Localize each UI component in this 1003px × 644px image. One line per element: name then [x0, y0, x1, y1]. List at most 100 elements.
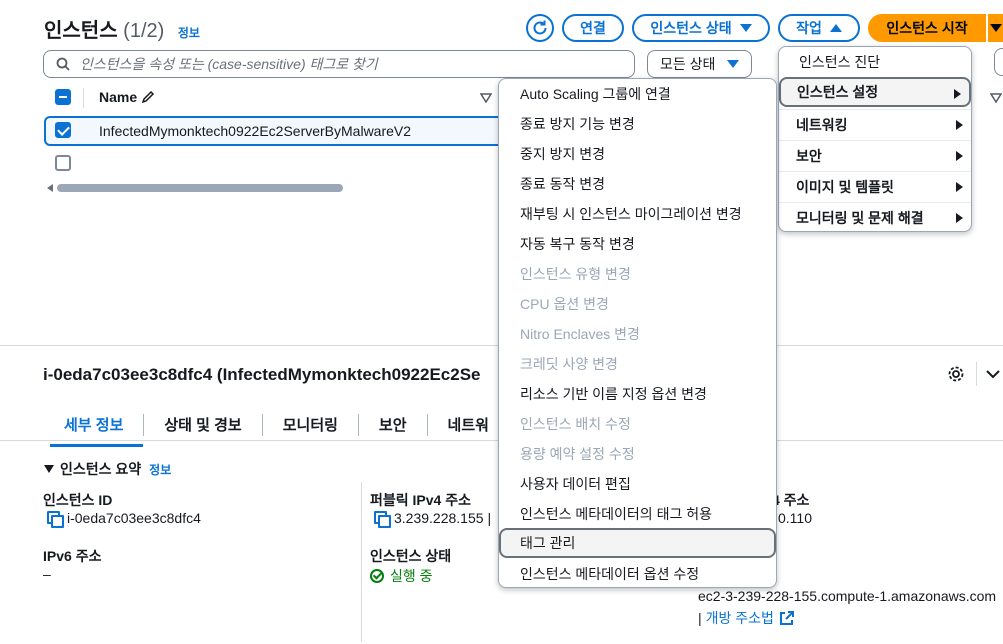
menu-item-cpu-options: CPU 옵션 변경 [520, 296, 609, 312]
menu-item-attach-asg[interactable]: Auto Scaling 그룹에 연결 [499, 79, 776, 109]
actions-menu: 인스턴스 진단 인스턴스 설정 네트워킹 보안 이미지 및 템플릿 모니터링 및… [778, 46, 972, 232]
name-column-header[interactable]: Name [99, 89, 155, 105]
info-link[interactable]: 정보 [178, 26, 200, 40]
external-link-icon [779, 611, 794, 625]
chevron-right-icon [956, 213, 963, 223]
menu-item-label: 이미지 및 템플릿 [796, 178, 894, 195]
menu-item-images-templates[interactable]: 이미지 및 템플릿 [779, 171, 971, 201]
launch-instance-button[interactable]: 인스턴스 시작 [868, 14, 986, 42]
column-separator [361, 482, 362, 642]
gear-icon[interactable] [947, 365, 965, 383]
private-ip-value: 0.110 [778, 510, 812, 526]
chevron-right-icon [956, 120, 963, 130]
public-ipv4-value: 3.239.228.155 | [374, 510, 492, 528]
chevron-right-icon [956, 151, 963, 161]
page-title-text: 인스턴스 [44, 20, 118, 42]
chevron-down-icon [727, 60, 739, 68]
sort-icon[interactable] [480, 93, 492, 103]
search-placeholder: 인스턴스을 속성 또는 (case-sensitive) 태그로 찾기 [80, 56, 378, 72]
public-ipv4-label: 퍼블릭 IPv4 주소 [370, 492, 471, 508]
public-dns-value: ec2-3-239-228-155.compute-1.amazonaws.co… [698, 588, 997, 604]
row-checkbox[interactable] [55, 155, 71, 171]
sort-icon[interactable] [990, 93, 1002, 103]
instance-settings-submenu: Auto Scaling 그룹에 연결 종료 방지 기능 변경 중지 방지 변경… [498, 78, 777, 588]
menu-item-auto-recovery[interactable]: 자동 복구 동작 변경 [499, 229, 776, 259]
section-title: 인스턴스 요약 [60, 461, 142, 477]
menu-item-networking[interactable]: 네트워킹 [779, 109, 971, 139]
instance-id-value: i-0eda7c03ee3c8dfc4 [47, 510, 201, 528]
value-separator: | [487, 510, 492, 526]
menu-item-credit-spec: 크레딧 사양 변경 [520, 356, 618, 372]
detail-tabs: 세부 정보 상태 및 경보 모니터링 보안 네트워 [44, 410, 509, 447]
tab-status-alarms[interactable]: 상태 및 경보 [144, 410, 261, 443]
menu-item-monitoring-troubleshoot[interactable]: 모니터링 및 문제 해결 [779, 202, 971, 232]
menu-item-metadata-options[interactable]: 인스턴스 메타데이터 옵션 수정 [499, 559, 776, 589]
instance-summary-header[interactable]: 인스턴스 요약 정보 [44, 459, 171, 479]
menu-item-placement: 인스턴스 배치 수정 [520, 416, 631, 432]
menu-item-label: 모니터링 및 문제 해결 [796, 209, 924, 226]
actions-label: 작업 [796, 20, 822, 36]
menu-item-security[interactable]: 보안 [779, 140, 971, 170]
pagination-control[interactable] [994, 48, 1003, 76]
instance-id-label: 인스턴스 ID [43, 492, 113, 508]
public-ipv4-text: 3.239.228.155 [394, 510, 484, 526]
menu-item-change-instance-type: 인스턴스 유형 변경 [520, 266, 631, 282]
search-icon [56, 57, 70, 71]
name-column-label: Name [99, 89, 138, 105]
launch-instance-label: 인스턴스 시작 [886, 20, 968, 36]
instance-name-cell: InfectedMymonktech0922Ec2ServerByMalware… [99, 123, 412, 139]
open-address-link[interactable]: | 개방 주소법 [698, 608, 794, 628]
chevron-up-icon [829, 24, 842, 32]
launch-dropdown-button[interactable] [988, 14, 1003, 42]
menu-item-label: 인스턴스 설정 [797, 84, 879, 100]
state-filter-value: 모든 상태 [660, 56, 716, 72]
chevron-down-icon [739, 24, 752, 32]
scroll-left-icon[interactable] [47, 184, 53, 192]
edit-icon [141, 90, 155, 104]
detail-title: i-0eda7c03ee3c8dfc4 (InfectedMymonktech0… [43, 365, 481, 384]
column-divider [83, 88, 84, 108]
menu-item-instance-settings[interactable]: 인스턴스 설정 [779, 77, 971, 107]
divider [976, 362, 977, 386]
menu-item-diagnose[interactable]: 인스턴스 진단 [779, 47, 971, 77]
tab-networking[interactable]: 네트워 [428, 410, 509, 443]
menu-item-manage-tags[interactable]: 태그 관리 [499, 528, 776, 558]
menu-item-label: 인스턴스 진단 [799, 54, 881, 70]
private-ip-label: 4 주소 [772, 492, 810, 508]
menu-item-edit-user-data[interactable]: 사용자 데이터 편집 [499, 469, 776, 499]
search-input[interactable]: 인스턴스을 속성 또는 (case-sensitive) 태그로 찾기 [43, 50, 635, 78]
copy-icon[interactable] [374, 511, 391, 528]
row-checkbox[interactable] [55, 122, 71, 138]
menu-item-reboot-migration[interactable]: 재부팅 시 인스턴스 마이그레이션 변경 [499, 199, 776, 229]
state-filter-select[interactable]: 모든 상태 [647, 50, 752, 78]
ipv6-value: – [43, 566, 51, 582]
connect-button[interactable]: 연결 [562, 14, 624, 42]
caret-down-icon [44, 465, 54, 473]
tab-monitoring[interactable]: 모니터링 [263, 410, 358, 443]
horizontal-scrollbar[interactable] [57, 184, 343, 192]
menu-item-metadata-tags[interactable]: 인스턴스 메타데이터의 태그 허용 [499, 499, 776, 529]
page-title: 인스턴스 (1/2) 정보 [44, 14, 200, 43]
section-info-link[interactable]: 정보 [149, 461, 171, 478]
menu-item-label: 보안 [796, 147, 822, 164]
tab-details[interactable]: 세부 정보 [44, 410, 144, 447]
menu-item-termination-protection[interactable]: 종료 방지 기능 변경 [499, 109, 776, 139]
select-all-checkbox[interactable] [55, 89, 71, 105]
instance-state-value: 실행 중 [370, 566, 433, 586]
menu-item-stop-protection[interactable]: 중지 방지 변경 [499, 139, 776, 169]
instance-state-button[interactable]: 인스턴스 상태 [632, 14, 770, 42]
menu-item-nitro-enclaves: Nitro Enclaves 변경 [520, 326, 640, 342]
menu-item-label: 네트워킹 [796, 116, 848, 133]
refresh-button[interactable] [526, 14, 554, 42]
menu-item-resource-naming[interactable]: 리소스 기반 이름 지정 옵션 변경 [499, 379, 776, 409]
instance-id-text: i-0eda7c03ee3c8dfc4 [67, 510, 201, 526]
instance-state-label: 인스턴스 상태 [370, 548, 452, 564]
chevron-down-icon[interactable] [986, 369, 1000, 379]
instance-count: (1/2) [123, 20, 165, 42]
copy-icon[interactable] [47, 511, 64, 528]
chevron-down-icon [989, 24, 1002, 32]
menu-item-shutdown-behavior[interactable]: 종료 동작 변경 [499, 169, 776, 199]
link-separator: | [698, 610, 702, 626]
tab-security[interactable]: 보안 [359, 410, 427, 443]
actions-button[interactable]: 작업 [778, 14, 860, 42]
